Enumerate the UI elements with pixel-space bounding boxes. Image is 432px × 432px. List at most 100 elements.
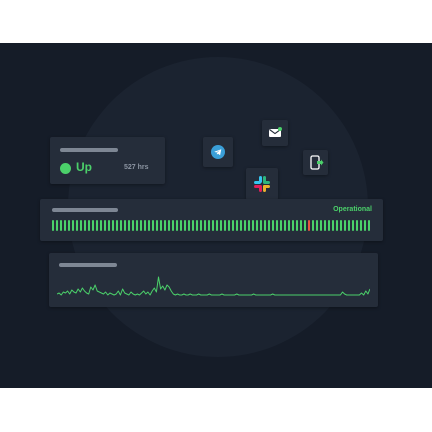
uptime-tick-ok <box>364 220 366 231</box>
uptime-tick-ok <box>292 220 294 231</box>
sms-phone-icon <box>310 155 324 170</box>
uptime-tick-ok <box>180 220 182 231</box>
response-time-line <box>57 276 370 296</box>
uptime-tick-ok <box>160 220 162 231</box>
email-icon <box>269 127 282 137</box>
uptime-tick-ok <box>252 220 254 231</box>
uptime-tick-ok <box>284 220 286 231</box>
uptime-tick-ok <box>156 220 158 231</box>
uptime-tick-ok <box>264 220 266 231</box>
uptime-tick-ok <box>100 220 102 231</box>
uptime-tick-ok <box>112 220 114 231</box>
status-card-title-placeholder <box>60 148 118 152</box>
uptime-tick-ok <box>220 220 222 231</box>
uptime-tick-ok <box>84 220 86 231</box>
uptime-tick-ok <box>152 220 154 231</box>
uptime-tick-ok <box>260 220 262 231</box>
uptime-tick-ok <box>188 220 190 231</box>
uptime-tick-ok <box>148 220 150 231</box>
uptime-tick-ok <box>288 220 290 231</box>
uptime-tick-ok <box>312 220 314 231</box>
uptime-tick-ok <box>196 220 198 231</box>
uptime-tick-ok <box>72 220 74 231</box>
uptime-tick-ok <box>104 220 106 231</box>
uptime-ticks <box>52 220 372 231</box>
uptime-tick-ok <box>244 220 246 231</box>
uptime-tick-ok <box>300 220 302 231</box>
uptime-tick-ok <box>276 220 278 231</box>
uptime-tick-ok <box>304 220 306 231</box>
uptime-tick-ok <box>324 220 326 231</box>
uptime-tick-ok <box>80 220 82 231</box>
uptime-tick-ok <box>356 220 358 231</box>
uptime-tick-ok <box>212 220 214 231</box>
uptime-tick-ok <box>236 220 238 231</box>
uptime-tick-ok <box>232 220 234 231</box>
uptime-tick-ok <box>272 220 274 231</box>
monitoring-illustration: Up 527 hrs Operational <box>0 43 432 388</box>
telegram-icon <box>211 145 225 159</box>
uptime-card-title-placeholder <box>52 208 118 212</box>
email-tile <box>262 120 288 146</box>
uptime-tick-ok <box>204 220 206 231</box>
uptime-tick-ok <box>348 220 350 231</box>
uptime-tick-ok <box>128 220 130 231</box>
sms-tile <box>303 150 328 175</box>
slack-icon <box>254 176 270 192</box>
uptime-tick-ok <box>360 220 362 231</box>
uptime-tick-ok <box>88 220 90 231</box>
uptime-tick-ok <box>296 220 298 231</box>
uptime-tick-ok <box>208 220 210 231</box>
uptime-tick-ok <box>228 220 230 231</box>
uptime-tick-incident <box>308 220 310 231</box>
slack-tile <box>246 168 278 200</box>
status-label: Up <box>76 160 92 174</box>
uptime-tick-ok <box>96 220 98 231</box>
uptime-hours: 527 hrs <box>124 164 149 171</box>
uptime-tick-ok <box>144 220 146 231</box>
uptime-tick-ok <box>168 220 170 231</box>
uptime-tick-ok <box>192 220 194 231</box>
uptime-tick-ok <box>76 220 78 231</box>
uptime-tick-ok <box>92 220 94 231</box>
uptime-tick-ok <box>120 220 122 231</box>
status-card: Up 527 hrs <box>50 137 165 184</box>
uptime-tick-ok <box>108 220 110 231</box>
uptime-tick-ok <box>280 220 282 231</box>
uptime-tick-ok <box>132 220 134 231</box>
response-time-card <box>49 253 378 307</box>
uptime-tick-ok <box>224 220 226 231</box>
uptime-tick-ok <box>332 220 334 231</box>
uptime-tick-ok <box>176 220 178 231</box>
uptime-bar-card: Operational <box>40 199 383 241</box>
uptime-tick-ok <box>52 220 54 231</box>
uptime-tick-ok <box>328 220 330 231</box>
uptime-tick-ok <box>336 220 338 231</box>
uptime-tick-ok <box>268 220 270 231</box>
uptime-tick-ok <box>248 220 250 231</box>
telegram-tile <box>203 137 233 167</box>
uptime-tick-ok <box>216 220 218 231</box>
uptime-tick-ok <box>68 220 70 231</box>
uptime-tick-ok <box>320 220 322 231</box>
uptime-tick-ok <box>352 220 354 231</box>
uptime-tick-ok <box>164 220 166 231</box>
uptime-tick-ok <box>240 220 242 231</box>
operational-status-text: Operational <box>333 206 372 213</box>
uptime-tick-ok <box>368 220 370 231</box>
uptime-tick-ok <box>124 220 126 231</box>
status-dot-icon <box>60 163 71 174</box>
uptime-tick-ok <box>184 220 186 231</box>
uptime-tick-ok <box>256 220 258 231</box>
uptime-tick-ok <box>140 220 142 231</box>
uptime-tick-ok <box>200 220 202 231</box>
uptime-tick-ok <box>56 220 58 231</box>
uptime-tick-ok <box>344 220 346 231</box>
uptime-tick-ok <box>136 220 138 231</box>
response-card-title-placeholder <box>59 263 117 267</box>
uptime-tick-ok <box>340 220 342 231</box>
uptime-tick-ok <box>64 220 66 231</box>
uptime-tick-ok <box>60 220 62 231</box>
response-time-sparkline <box>57 276 370 296</box>
uptime-tick-ok <box>172 220 174 231</box>
